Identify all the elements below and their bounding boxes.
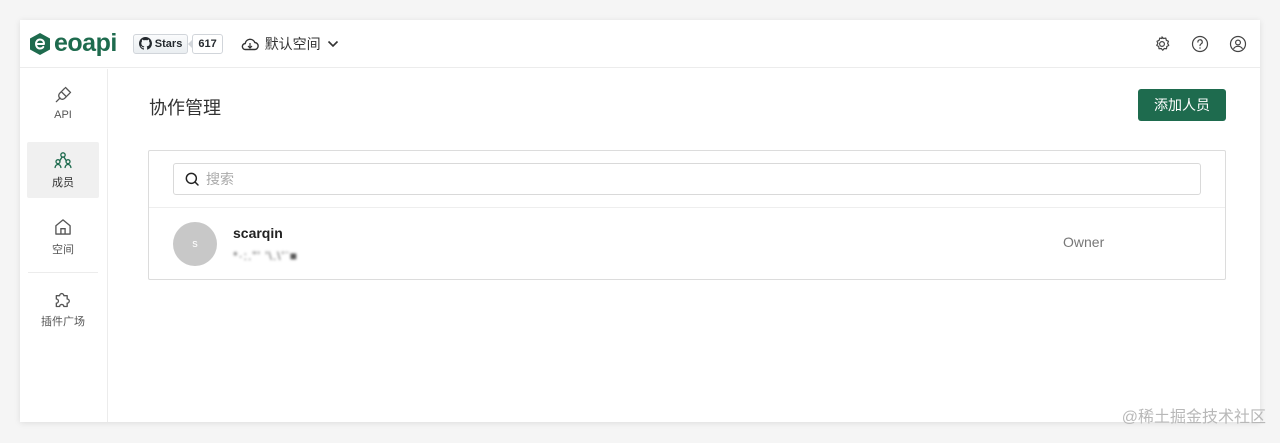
chevron-down-icon	[327, 40, 338, 47]
sidebar-item-api[interactable]: API	[27, 75, 99, 131]
sidebar-item-label: API	[54, 109, 72, 121]
user-menu-button[interactable]	[1228, 34, 1248, 54]
github-stars-button[interactable]: Stars	[132, 33, 189, 54]
workspace-name: 默认空间	[264, 35, 321, 52]
help-icon	[1191, 35, 1209, 52]
sidebar-divider	[28, 272, 98, 273]
page-title: 协作管理	[149, 98, 221, 118]
logo-text: eoapi	[54, 29, 117, 57]
add-member-button[interactable]: 添加人员	[1138, 89, 1226, 121]
search-box[interactable]	[173, 163, 1201, 195]
search-icon	[185, 172, 199, 186]
avatar: s	[173, 222, 217, 266]
plug-icon	[55, 86, 72, 103]
sidebar-item-workspace[interactable]: 空间	[27, 209, 99, 265]
github-stars-label: Stars	[154, 37, 183, 50]
search-bar	[149, 151, 1225, 208]
member-role: Owner	[1063, 234, 1105, 250]
user-icon	[1229, 35, 1247, 52]
main-content: 协作管理 添加人员 s scarqin *·:."' '\.\'¨■ Ow	[108, 69, 1260, 422]
search-input[interactable]	[206, 171, 1190, 187]
header-actions	[1152, 34, 1252, 54]
workspace-selector[interactable]: 默认空间	[241, 34, 339, 54]
app-window: eoapi Stars 617 默认空间 API 成员 空间 插件广场 协作管理…	[20, 20, 1260, 422]
members-icon	[54, 152, 72, 169]
sidebar: API 成员 空间 插件广场	[20, 69, 108, 422]
github-stars-badge[interactable]: Stars 617	[132, 33, 223, 54]
help-button[interactable]	[1190, 34, 1210, 54]
sidebar-item-label: 插件广场	[41, 316, 85, 328]
member-name: scarqin	[233, 225, 283, 241]
sidebar-item-plugins[interactable]: 插件广场	[27, 281, 99, 337]
puzzle-icon	[55, 292, 70, 308]
settings-button[interactable]	[1152, 34, 1172, 54]
github-icon	[138, 37, 152, 50]
eoapi-logo-icon	[30, 32, 50, 55]
member-email: *·:."' '\.\'¨■	[233, 249, 299, 263]
app-logo[interactable]: eoapi	[28, 29, 117, 58]
home-icon	[55, 219, 71, 235]
cloud-icon	[241, 38, 259, 50]
sidebar-item-label: 空间	[52, 244, 74, 256]
top-header: eoapi Stars 617 默认空间	[20, 20, 1260, 68]
member-row[interactable]: s scarqin *·:."' '\.\'¨■ Owner	[149, 208, 1225, 280]
sidebar-item-label: 成员	[52, 177, 74, 189]
gear-icon	[1156, 35, 1170, 51]
watermark: @稀土掘金技术社区	[1121, 409, 1266, 426]
sidebar-item-members[interactable]: 成员	[27, 142, 99, 198]
members-panel: s scarqin *·:."' '\.\'¨■ Owner	[148, 150, 1226, 280]
member-info: scarqin *·:."' '\.\'¨■	[233, 225, 298, 263]
github-stars-count[interactable]: 617	[188, 33, 223, 54]
